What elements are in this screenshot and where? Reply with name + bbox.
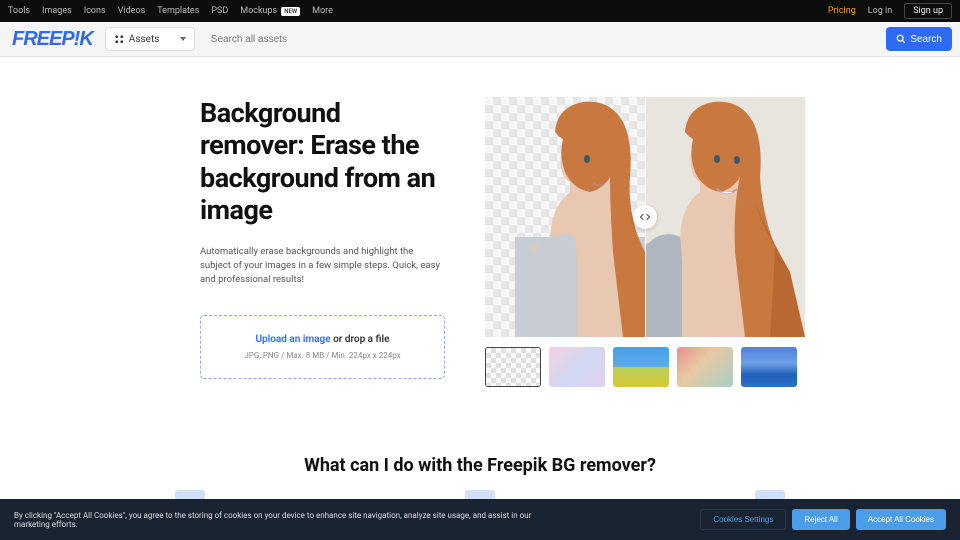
comparison-preview — [485, 97, 805, 337]
new-badge: NEW — [281, 7, 300, 16]
nav-templates[interactable]: Templates — [157, 6, 199, 16]
preview-removed-bg — [515, 97, 645, 337]
upload-requirements: JPG, PNG / Max. 8 MB / Min. 224px x 224p… — [211, 351, 434, 360]
search-icon — [896, 34, 906, 44]
top-nav-links: Tools Images Icons Videos Templates PSD … — [8, 6, 333, 16]
page-subtitle: Automatically erase backgrounds and high… — [200, 245, 445, 288]
pricing-link[interactable]: Pricing — [828, 6, 856, 16]
cookie-banner: By clicking "Accept All Cookies", you ag… — [0, 499, 960, 540]
nav-more[interactable]: More — [312, 6, 333, 16]
login-link[interactable]: Log in — [868, 6, 892, 16]
search-button[interactable]: Search — [886, 27, 952, 51]
nav-psd[interactable]: PSD — [211, 6, 228, 16]
thumb-gradient[interactable] — [677, 347, 733, 387]
nav-videos[interactable]: Videos — [118, 6, 146, 16]
section-title: What can I do with the Freepik BG remove… — [0, 455, 960, 476]
preview-original — [645, 97, 805, 337]
nav-icons[interactable]: Icons — [84, 6, 106, 16]
top-nav-bar: Tools Images Icons Videos Templates PSD … — [0, 0, 960, 22]
cookie-accept-button[interactable]: Accept All Cookies — [856, 509, 946, 530]
comparison-handle[interactable] — [633, 205, 657, 229]
assets-dropdown[interactable]: Assets — [105, 27, 195, 51]
cookie-reject-button[interactable]: Reject All — [792, 509, 849, 530]
upload-link[interactable]: Upload an image — [255, 334, 330, 345]
background-thumbnails — [485, 347, 805, 387]
cookie-settings-button[interactable]: Cookies Settings — [700, 509, 786, 530]
nav-mockups[interactable]: Mockups NEW — [240, 6, 300, 16]
nav-tools[interactable]: Tools — [8, 6, 30, 16]
assets-icon — [114, 34, 125, 45]
nav-images[interactable]: Images — [42, 6, 72, 16]
thumb-pattern[interactable] — [549, 347, 605, 387]
cookie-text: By clicking "Accept All Cookies", you ag… — [14, 511, 534, 529]
search-input[interactable] — [203, 27, 879, 51]
drag-arrows-icon — [639, 211, 651, 223]
upload-text: or drop a file — [331, 334, 390, 345]
upload-dropzone[interactable]: Upload an image or drop a file JPG, PNG … — [200, 315, 445, 379]
header-bar: FREEP!K Assets Search — [0, 22, 960, 57]
signup-button[interactable]: Sign up — [904, 3, 952, 19]
thumb-landscape[interactable] — [613, 347, 669, 387]
thumb-transparent[interactable] — [485, 347, 541, 387]
page-title: Background remover: Erase the background… — [200, 97, 445, 227]
thumb-ocean[interactable] — [741, 347, 797, 387]
logo[interactable]: FREEP!K — [8, 28, 97, 51]
